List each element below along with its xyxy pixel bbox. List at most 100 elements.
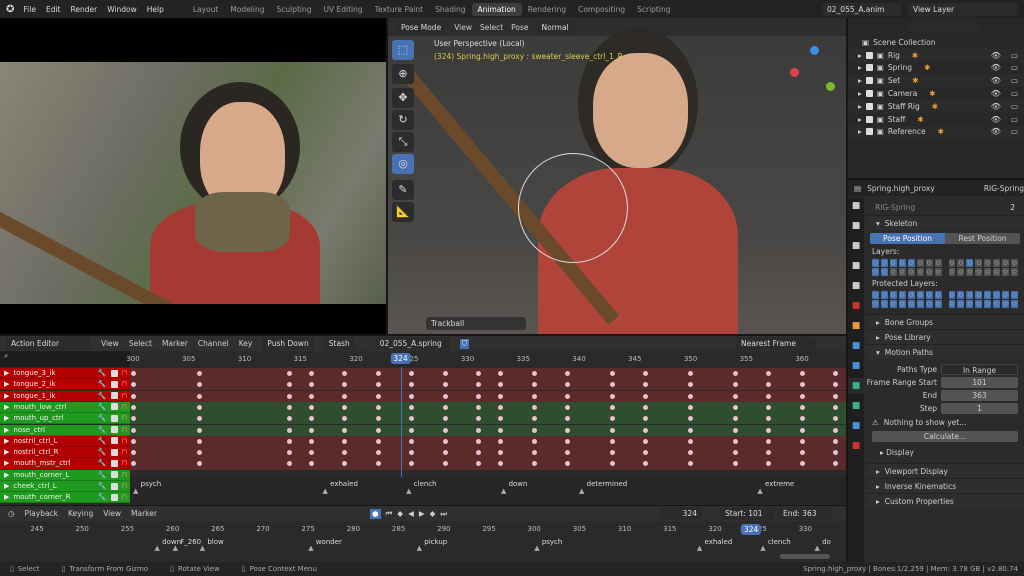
timeline-marker-psych[interactable]: ▲ psych [534,538,562,552]
timeline-marker-wonder[interactable]: ▲ wonder [308,538,342,552]
keyframe[interactable] [565,371,571,376]
keyframe[interactable] [732,461,738,467]
editor-mode-selector[interactable]: Action Editor [6,337,91,350]
expand-arrow-icon[interactable]: ▸ [858,115,862,124]
jump-end-button[interactable]: ⏭ [440,509,447,519]
layer-toggle[interactable]: ○ [1011,259,1018,267]
frame-start-field[interactable]: 101 [941,376,1018,388]
lock-icon[interactable]: ⊓ [122,459,127,467]
layer-toggle[interactable]: ○ [1011,300,1018,308]
keyframe[interactable] [476,438,482,444]
keyframe[interactable] [609,461,615,467]
record-button[interactable]: ● [370,508,381,519]
mute-checkbox[interactable] [110,493,118,501]
layer-toggle[interactable]: ○ [984,268,992,276]
keyframe[interactable] [476,416,482,422]
navigation-gizmo[interactable] [790,46,840,96]
keyframe[interactable] [130,450,136,456]
keyframe[interactable] [286,382,292,388]
layer-toggle[interactable]: ○ [957,259,965,267]
layer-toggle[interactable]: ○ [907,259,915,267]
armature-data-tab-icon[interactable]: ■ [848,378,864,394]
render-monitor-icon[interactable]: ▭ [1011,76,1018,85]
calculate-button[interactable]: Calculate... [872,431,1018,442]
workspace-tab-compositing[interactable]: Compositing [572,3,631,16]
channel-mouth-corner-l[interactable]: ▶ mouth_corner_L 🔧 ⊓ [0,469,130,481]
keyframe[interactable] [342,382,348,388]
action-menu-channel[interactable]: Channel [198,339,229,348]
outliner-item-spring[interactable]: ▸ ▣ Spring ✱ 👁 ▭ [848,62,1024,75]
snap-selector[interactable]: Nearest Frame [736,337,816,350]
rest-position-button[interactable]: Rest Position [945,233,1020,244]
lock-icon[interactable]: ⊓ [122,471,127,479]
blender-logo-icon[interactable]: ✪ [6,4,14,15]
object-tab-icon[interactable]: ■ [848,318,864,334]
motion-paths-panel[interactable]: ▾ Motion Paths [866,344,1024,359]
keyframe[interactable] [476,450,482,456]
keyframe[interactable] [308,371,314,376]
visibility-eye-icon[interactable]: 👁 [991,63,1001,72]
visibility-eye-icon[interactable]: 👁 [991,76,1001,85]
expand-arrow-icon[interactable]: ▶ [4,369,9,377]
keyframe[interactable] [766,404,772,410]
expand-arrow-icon[interactable]: ▶ [4,471,9,479]
timeline-marker-blow[interactable]: ▲ blow [200,538,224,552]
keyframe[interactable] [476,382,482,388]
channel-mouth-corner-r[interactable]: ▶ mouth_corner_R 🔧 ⊓ [0,492,130,504]
layer-toggle[interactable]: ○ [948,268,956,276]
end-field[interactable]: 363 [941,389,1018,401]
inverse-kinematics-panel[interactable]: ▸ Inverse Kinematics [866,478,1024,493]
layer-toggle[interactable]: ○ [948,259,956,267]
channel-nostril-ctrl-l[interactable]: ▶ nostril_ctrl_L 🔧 ⊓ [0,435,130,447]
workspace-tab-modeling[interactable]: Modeling [224,3,270,16]
keyframe[interactable] [643,404,649,410]
keyframe[interactable] [498,371,504,376]
outliner-item-camera[interactable]: ▸ ▣ Camera ✱ 👁 ▭ [848,87,1024,100]
exclude-checkbox[interactable] [865,102,873,110]
keyframe[interactable] [130,393,136,399]
keyframe[interactable] [643,382,649,388]
keyframe[interactable] [609,382,615,388]
viewport-menu-view[interactable]: View [454,23,472,32]
layer-toggle[interactable]: ○ [957,268,965,276]
exclude-checkbox[interactable] [865,90,873,98]
armature-data-field[interactable]: RIG-Spring [870,201,1003,213]
menu-render[interactable]: Render [70,5,97,14]
keyframe[interactable] [409,371,415,376]
marker-clench[interactable]: ▲ clench [406,480,436,495]
layer-toggle[interactable]: ○ [1011,291,1018,299]
expand-arrow-icon[interactable]: ▶ [4,392,9,400]
3d-viewport[interactable]: Pose Mode View Select Pose Normal User Per… [388,18,846,334]
expand-arrow-icon[interactable]: ▸ [858,127,862,136]
keyframe[interactable] [130,416,136,422]
stash-button[interactable]: Stash [323,337,355,350]
keyframe[interactable] [766,461,772,467]
lock-icon[interactable]: ⊓ [122,426,127,434]
action-selector[interactable]: 02_055_A.spring [374,337,450,350]
viewport-display-panel[interactable]: ▸ Viewport Display [866,463,1024,478]
workspace-tab-animation[interactable]: Animation [471,2,522,16]
annotate-tool[interactable]: ✎ [392,180,414,200]
render-monitor-icon[interactable]: ▭ [1011,51,1018,60]
keyframe[interactable] [286,427,292,433]
keyframe[interactable] [531,404,537,410]
modifier-wrench-icon[interactable]: 🔧 [98,437,107,445]
layer-toggle[interactable]: ○ [966,259,974,267]
keyframe[interactable] [442,371,448,376]
mute-checkbox[interactable] [110,380,118,388]
render-preview[interactable] [0,18,386,334]
end-frame-field[interactable]: End: 363 [778,507,833,520]
layer-toggle[interactable]: ○ [925,300,933,308]
constraints-tab-icon[interactable]: ■ [848,358,864,374]
keyframe[interactable] [409,404,415,410]
keyframe[interactable] [531,450,537,456]
marker-down[interactable]: ▲ down [501,480,528,495]
keyframe[interactable] [799,393,805,399]
measure-tool[interactable]: 📐 [392,202,414,222]
pose-position-button[interactable]: Pose Position [870,233,945,244]
keyframe[interactable] [130,371,136,376]
keyframe[interactable] [498,382,504,388]
layer-toggle[interactable]: ○ [984,259,992,267]
keyframe[interactable] [197,371,203,376]
mute-checkbox[interactable] [110,392,118,400]
